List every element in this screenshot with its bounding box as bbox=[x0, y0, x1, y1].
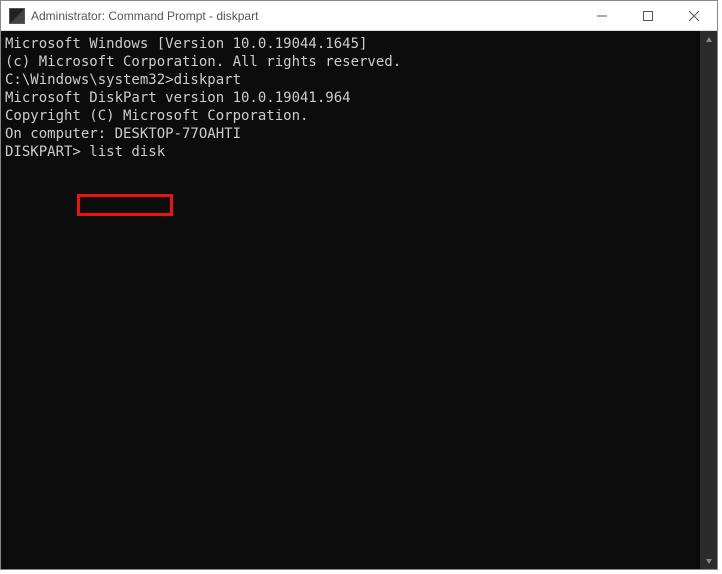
scroll-track[interactable] bbox=[700, 48, 717, 552]
terminal-line: DISKPART> list disk bbox=[5, 143, 696, 161]
close-button[interactable] bbox=[671, 1, 717, 31]
maximize-button[interactable] bbox=[625, 1, 671, 31]
cmd-icon bbox=[9, 8, 25, 24]
scroll-down-arrow[interactable] bbox=[700, 552, 717, 569]
titlebar[interactable]: Administrator: Command Prompt - diskpart bbox=[1, 1, 717, 31]
command-prompt-window: Administrator: Command Prompt - diskpart… bbox=[0, 0, 718, 570]
terminal-line: Microsoft Windows [Version 10.0.19044.16… bbox=[5, 35, 696, 53]
window-title: Administrator: Command Prompt - diskpart bbox=[31, 9, 258, 23]
scrollbar[interactable] bbox=[700, 31, 717, 569]
terminal-line: C:\Windows\system32>diskpart bbox=[5, 71, 696, 89]
terminal-output[interactable]: Microsoft Windows [Version 10.0.19044.16… bbox=[1, 31, 700, 569]
terminal-line: Microsoft DiskPart version 10.0.19041.96… bbox=[5, 89, 696, 107]
content-area: Microsoft Windows [Version 10.0.19044.16… bbox=[1, 31, 717, 569]
scroll-up-arrow[interactable] bbox=[700, 31, 717, 48]
terminal-line: Copyright (C) Microsoft Corporation. bbox=[5, 107, 696, 125]
terminal-line: (c) Microsoft Corporation. All rights re… bbox=[5, 53, 696, 71]
minimize-button[interactable] bbox=[579, 1, 625, 31]
terminal-line: On computer: DESKTOP-77OAHTI bbox=[5, 125, 696, 143]
